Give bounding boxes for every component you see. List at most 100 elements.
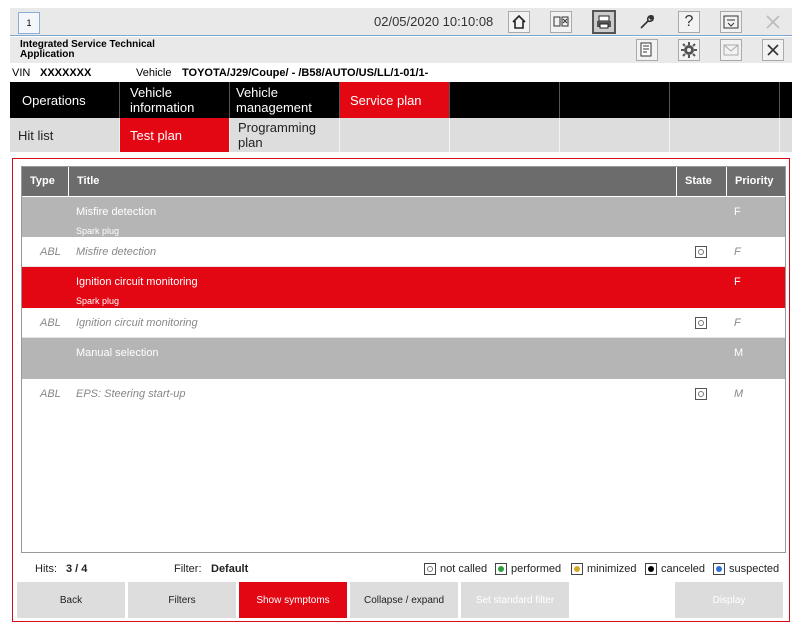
display-button[interactable]: Display	[675, 582, 783, 618]
table-row[interactable]: ABL Ignition circuit monitoring F	[22, 308, 785, 338]
vin-value: XXXXXXX	[40, 67, 92, 79]
row-subtitle: Spark plug	[76, 296, 120, 306]
application-bar: Integrated Service Technical Application	[10, 37, 792, 63]
title-bar: 1 02/05/2020 10:10:08 ?	[10, 8, 792, 36]
table-row[interactable]: ABL EPS: Steering start-up M	[22, 379, 785, 409]
manual-icon	[640, 42, 652, 57]
tab-empty	[560, 82, 670, 118]
row-title: EPS: Steering start-up	[76, 388, 186, 400]
row-priority: F	[734, 206, 741, 218]
minimized-legend-icon	[571, 563, 583, 575]
row-title: Ignition circuit monitoring	[76, 276, 198, 288]
home-button[interactable]	[508, 11, 530, 33]
legend-not-called: not called	[440, 563, 488, 575]
settings-button[interactable]	[678, 39, 700, 61]
help-button[interactable]: ?	[678, 11, 700, 33]
help-icon: ?	[684, 13, 694, 30]
hits-value: 3 / 4	[66, 563, 88, 575]
row-type: ABL	[40, 246, 61, 258]
table-row[interactable]: ABL Misfire detection F	[22, 237, 785, 267]
printer-button[interactable]	[592, 10, 616, 34]
application-title: Integrated Service Technical Application	[20, 39, 155, 60]
collapse-expand-button[interactable]: Collapse / expand	[350, 582, 458, 618]
filters-button[interactable]: Filters	[128, 582, 236, 618]
vehicle-value: TOYOTA/J29/Coupe/ - /B58/AUTO/US/LL/1-01…	[182, 67, 429, 79]
legend-canceled: canceled	[661, 563, 706, 575]
state-not-called-icon	[695, 246, 707, 258]
test-plan-table: Type Title State Priority ▲ Misfire dete…	[21, 166, 786, 553]
tab-empty	[450, 82, 560, 118]
state-not-called-icon	[695, 388, 707, 400]
column-header-title[interactable]: Title	[69, 167, 677, 196]
close-icon	[766, 15, 780, 29]
row-subtitle: Spark plug	[76, 226, 120, 236]
window-number-button[interactable]: 1	[18, 12, 40, 34]
subtab-programming-plan[interactable]: Programming plan	[230, 118, 340, 152]
document-compare-icon	[553, 16, 569, 27]
row-priority: F	[734, 276, 741, 288]
row-priority: M	[734, 388, 744, 400]
subtab-empty	[560, 118, 670, 152]
row-title: Misfire detection	[76, 246, 157, 258]
row-priority: M	[734, 347, 744, 359]
action-buttons: Back Filters Show symptoms Collapse / ex…	[17, 582, 787, 618]
subtab-test-plan[interactable]: Test plan	[120, 118, 230, 152]
tab-empty	[670, 82, 780, 118]
datetime-display: 02/05/2020 10:10:08	[374, 14, 494, 29]
main-navigation: Operations Vehicle information Vehicle m…	[10, 82, 792, 118]
column-header-type[interactable]: Type	[22, 167, 69, 196]
row-type: ABL	[40, 388, 61, 400]
row-title: Manual selection	[76, 347, 159, 359]
vehicle-info-bar: VIN XXXXXXX Vehicle TOYOTA/J29/Coupe/ - …	[10, 64, 792, 82]
hits-label: Hits:	[35, 563, 57, 575]
close-window-button[interactable]	[762, 11, 784, 33]
subtab-empty	[340, 118, 450, 152]
tab-operations[interactable]: Operations	[10, 82, 120, 118]
sub-navigation: Hit list Test plan Programming plan	[10, 118, 792, 152]
set-standard-filter-button[interactable]: Set standard filter	[461, 582, 569, 618]
filter-value: Default	[211, 563, 249, 575]
table-row[interactable]: Misfire detection Spark plug F	[22, 197, 785, 237]
vin-label: VIN	[12, 67, 31, 79]
tab-vehicle-management[interactable]: Vehicle management	[230, 82, 340, 118]
canceled-legend-icon	[645, 563, 657, 575]
row-title: Misfire detection	[76, 206, 157, 218]
subtab-empty	[670, 118, 780, 152]
column-header-state[interactable]: State	[677, 167, 727, 196]
mail-icon	[723, 44, 739, 56]
minimize-button[interactable]	[720, 11, 742, 33]
filter-label: Filter:	[174, 563, 202, 575]
close-icon	[767, 44, 779, 56]
table-header: Type Title State Priority ▲	[22, 167, 785, 216]
state-not-called-icon	[695, 317, 707, 329]
legend-suspected: suspected	[729, 563, 780, 575]
row-priority: F	[734, 246, 741, 258]
subtab-empty	[450, 118, 560, 152]
test-plan-panel: Type Title State Priority ▲ Misfire dete…	[12, 158, 790, 622]
not-called-legend-icon	[424, 563, 436, 575]
vehicle-label: Vehicle	[136, 67, 172, 79]
gear-icon	[681, 42, 697, 58]
row-title: Ignition circuit monitoring	[76, 317, 198, 329]
printer-icon	[597, 15, 611, 29]
status-bar: Hits: 3 / 4 Filter: Default not called p…	[21, 562, 786, 578]
wrench-button[interactable]	[636, 11, 658, 33]
mail-button[interactable]	[720, 39, 742, 61]
back-button[interactable]: Back	[17, 582, 125, 618]
table-row[interactable]: Manual selection M	[22, 338, 785, 379]
column-header-priority[interactable]: Priority ▲	[727, 167, 785, 216]
tab-service-plan[interactable]: Service plan	[340, 82, 450, 118]
subtab-hit-list[interactable]: Hit list	[10, 118, 120, 152]
legend-minimized: minimized	[587, 563, 637, 575]
legend-performed: performed	[511, 563, 562, 575]
close-application-button[interactable]	[762, 39, 784, 61]
tab-vehicle-information[interactable]: Vehicle information	[120, 82, 230, 118]
show-symptoms-button[interactable]: Show symptoms	[239, 582, 347, 618]
minimize-icon	[723, 15, 739, 29]
document-compare-button[interactable]	[550, 11, 572, 33]
table-row-selected[interactable]: Ignition circuit monitoring Spark plug F	[22, 267, 785, 308]
row-priority: F	[734, 317, 741, 329]
home-icon	[512, 14, 526, 29]
manual-button[interactable]	[636, 39, 658, 61]
wrench-icon	[640, 15, 654, 29]
